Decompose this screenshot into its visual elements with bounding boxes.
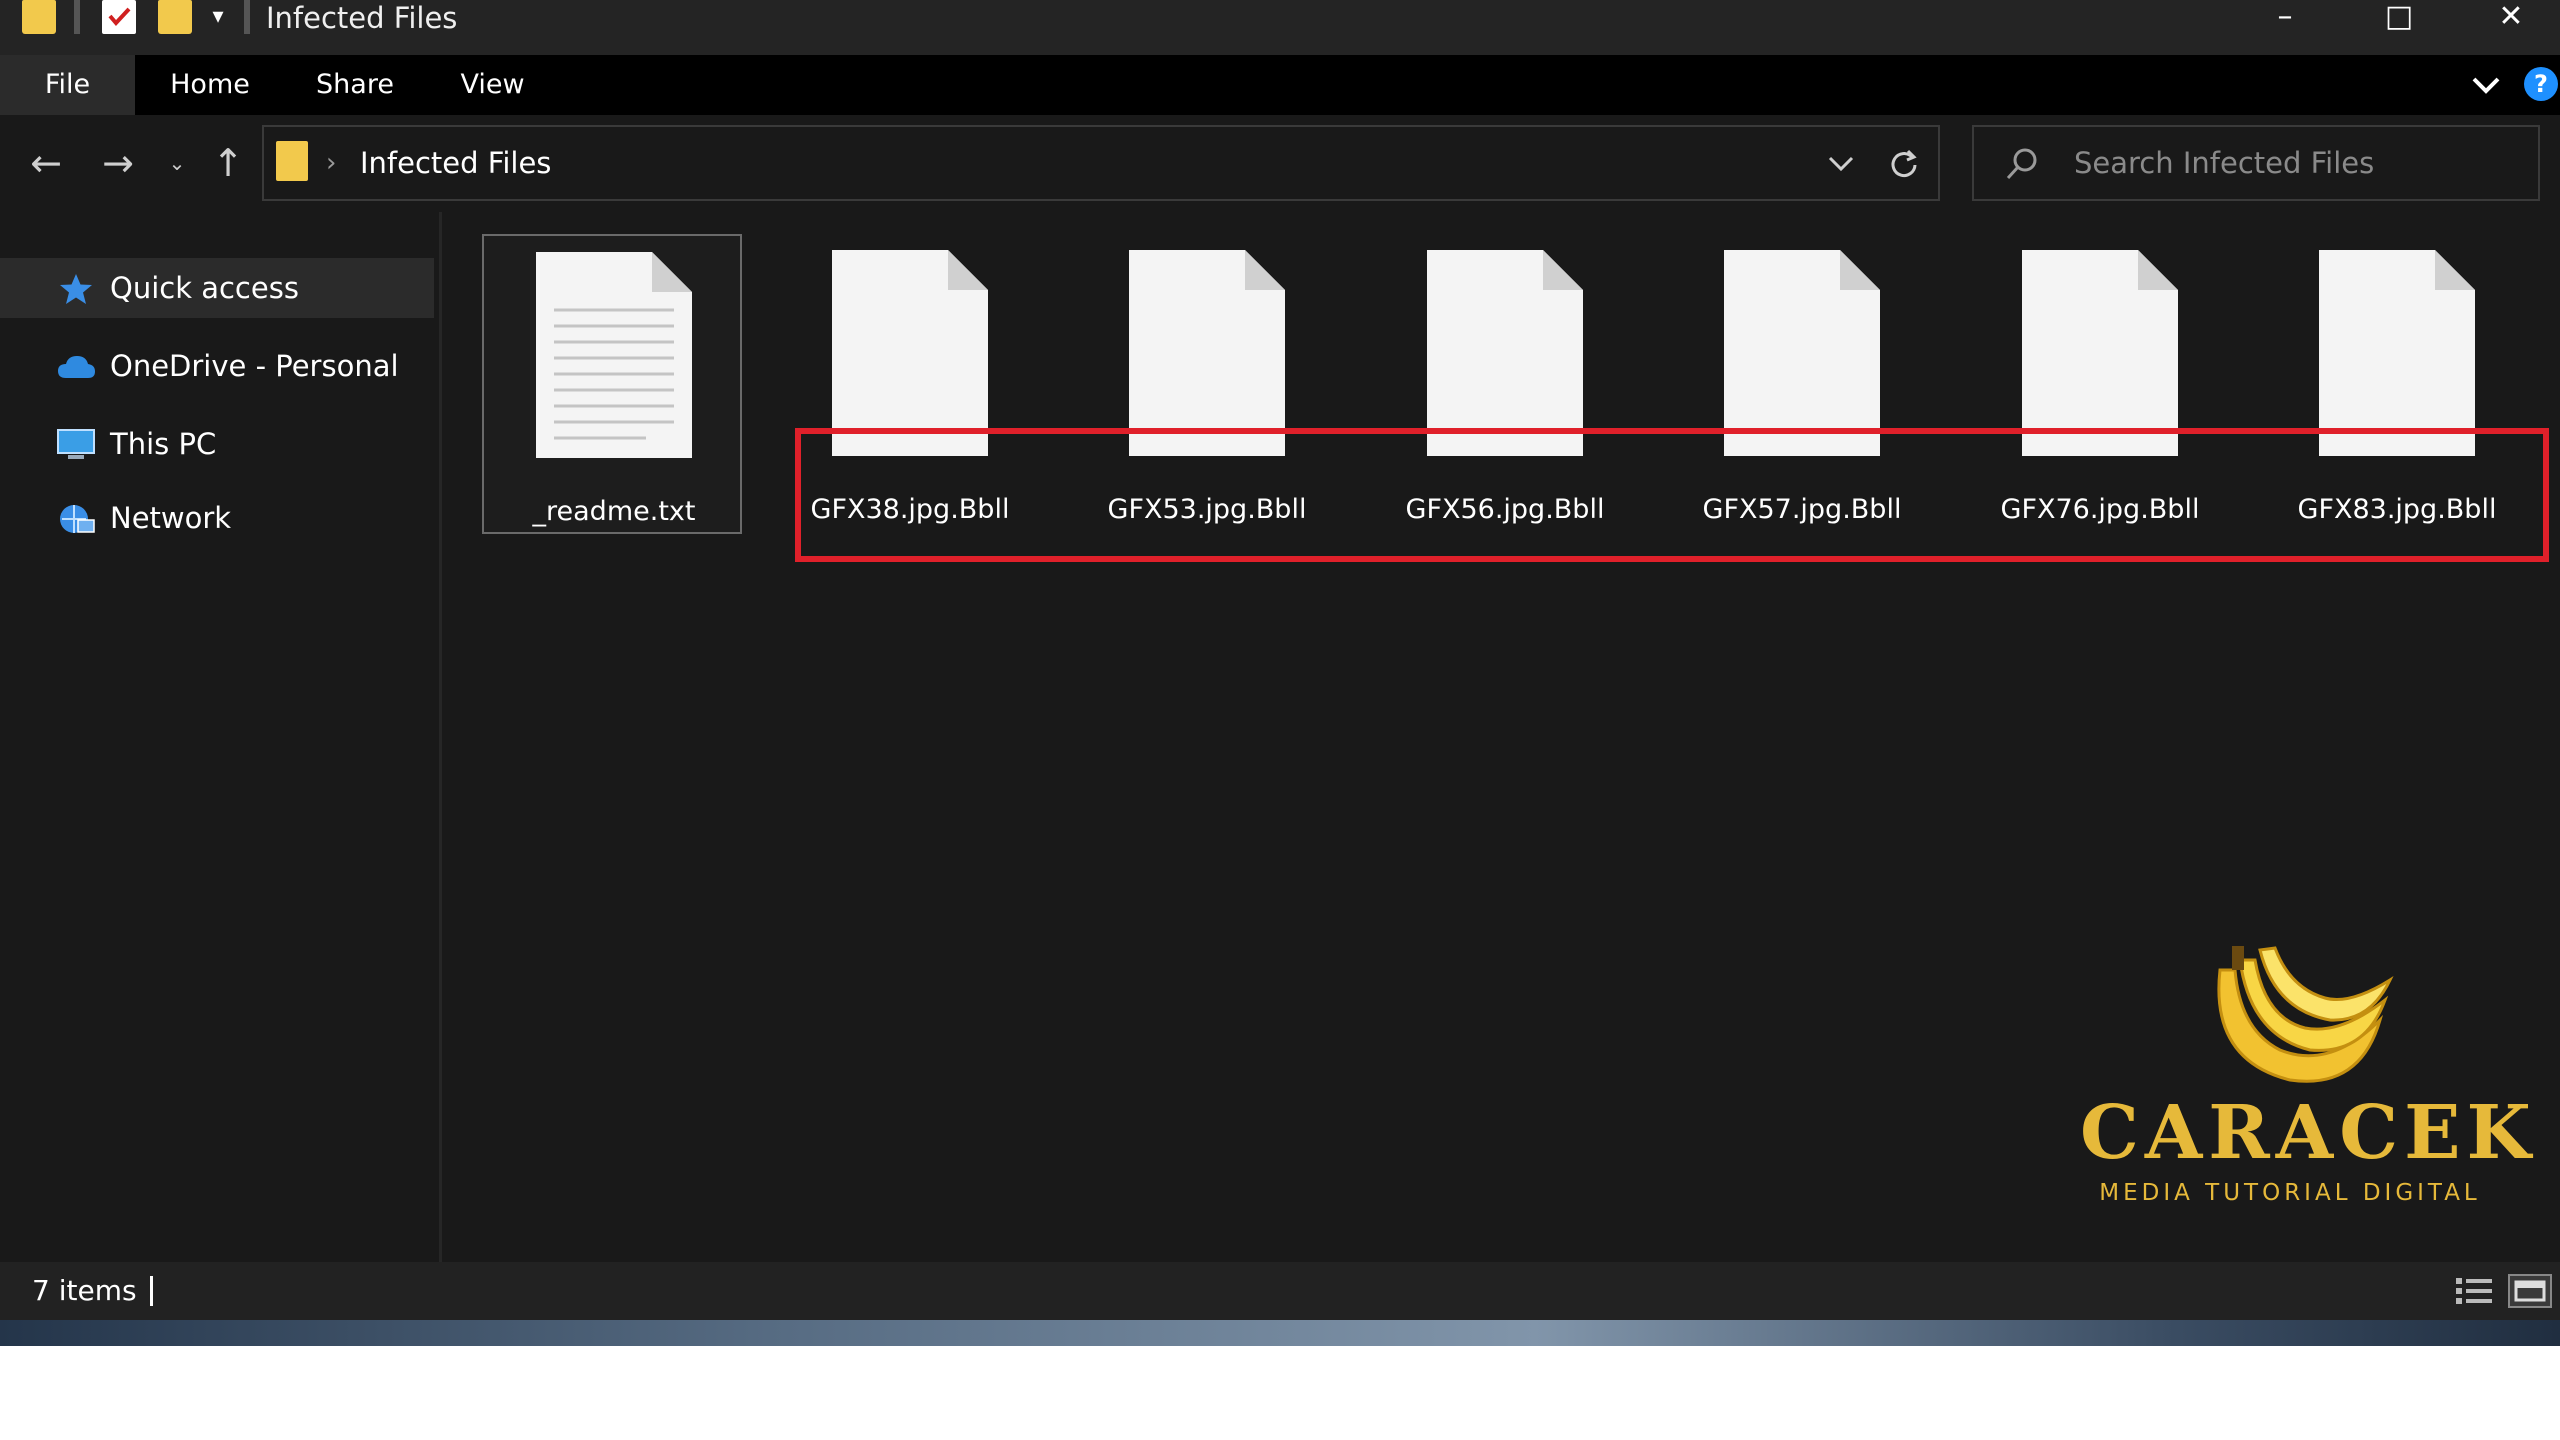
text-file-icon	[536, 252, 692, 458]
file-item[interactable]: GFX76.jpg.Bbll	[1970, 234, 2230, 534]
generic-file-icon	[2022, 250, 2178, 456]
divider	[244, 0, 250, 34]
refresh-icon[interactable]	[1884, 143, 1924, 183]
address-bar[interactable]: › Infected Files	[262, 125, 1940, 201]
item-count: 7 items	[32, 1274, 137, 1307]
status-divider	[150, 1276, 153, 1306]
generic-file-icon	[1724, 250, 1880, 456]
watermark-brand: CARACEK	[2080, 1090, 2537, 1176]
network-icon	[56, 502, 96, 536]
tab-file[interactable]: File	[0, 55, 135, 115]
maximize-button[interactable]: □	[2344, 0, 2454, 36]
sidebar-item-label: This PC	[110, 427, 217, 461]
generic-file-icon	[2319, 250, 2475, 456]
file-item[interactable]: GFX53.jpg.Bbll	[1077, 234, 1337, 534]
cloud-icon	[56, 350, 96, 384]
sidebar-item-onedrive[interactable]: OneDrive - Personal	[0, 336, 434, 396]
star-icon	[56, 272, 96, 306]
address-dropdown-icon[interactable]	[1824, 147, 1858, 179]
tab-home[interactable]: Home	[150, 55, 270, 115]
sidebar-item-label: Network	[110, 501, 232, 535]
help-icon[interactable]: ?	[2524, 67, 2558, 101]
status-bar: 7 items	[0, 1262, 2560, 1320]
customize-toolbar-icon[interactable]: ▾	[206, 0, 230, 34]
file-name: GFX56.jpg.Bbll	[1405, 494, 1605, 525]
back-button[interactable]: ←	[24, 143, 68, 187]
sidebar-item-this-pc[interactable]: This PC	[0, 414, 434, 474]
title-bar: ▾ Infected Files – □ ✕	[0, 0, 2560, 55]
search-box[interactable]: Search Infected Files	[1972, 125, 2540, 201]
up-button[interactable]: ↑	[206, 143, 250, 187]
divider	[74, 0, 80, 34]
generic-file-icon	[1129, 250, 1285, 456]
expand-ribbon-icon[interactable]	[2466, 69, 2506, 101]
ribbon-tabs: File Home Share View ?	[0, 55, 2560, 115]
file-name: GFX53.jpg.Bbll	[1107, 494, 1307, 525]
file-name: GFX57.jpg.Bbll	[1702, 494, 1902, 525]
new-folder-icon[interactable]	[158, 0, 192, 34]
breadcrumb-infected-files[interactable]: Infected Files	[360, 127, 551, 199]
file-item[interactable]: GFX83.jpg.Bbll	[2267, 234, 2527, 534]
tab-view[interactable]: View	[440, 55, 545, 115]
search-placeholder: Search Infected Files	[2074, 146, 2375, 180]
file-item[interactable]: GFX57.jpg.Bbll	[1672, 234, 1932, 534]
details-view-icon[interactable]	[2452, 1274, 2496, 1308]
computer-icon	[56, 428, 96, 462]
folder-icon	[276, 141, 308, 181]
forward-button[interactable]: →	[96, 143, 140, 187]
sidebar-item-quick-access[interactable]: Quick access	[0, 258, 434, 318]
tab-share[interactable]: Share	[290, 55, 420, 115]
generic-file-icon	[1427, 250, 1583, 456]
watermark-tagline: MEDIA TUTORIAL DIGITAL	[2099, 1180, 2481, 1206]
minimize-button[interactable]: –	[2230, 0, 2340, 36]
sidebar-item-network[interactable]: Network	[0, 488, 434, 548]
file-item[interactable]: GFX38.jpg.Bbll	[780, 234, 1040, 534]
large-icons-view-icon[interactable]	[2508, 1274, 2552, 1308]
banana-icon	[2180, 940, 2400, 1100]
navigation-pane: Quick access OneDrive - Personal This PC…	[0, 212, 442, 1262]
generic-file-icon	[832, 250, 988, 456]
breadcrumb-separator: ›	[326, 148, 337, 178]
sidebar-item-label: Quick access	[110, 271, 299, 305]
watermark-logo: CARACEK MEDIA TUTORIAL DIGITAL	[2080, 940, 2537, 1220]
folder-icon	[22, 0, 56, 34]
file-name: GFX83.jpg.Bbll	[2297, 494, 2497, 525]
window-title: Infected Files	[266, 1, 458, 35]
close-button[interactable]: ✕	[2456, 0, 2560, 36]
search-icon	[2002, 145, 2042, 185]
file-name: _readme.txt	[532, 496, 696, 527]
file-item[interactable]: GFX56.jpg.Bbll	[1375, 234, 1635, 534]
sidebar-item-label: OneDrive - Personal	[110, 349, 399, 383]
file-name: GFX76.jpg.Bbll	[2000, 494, 2200, 525]
properties-icon[interactable]	[102, 0, 136, 34]
navigation-bar: ← → ⌄ ↑ › Infected Files Search Infected…	[0, 115, 2560, 212]
desktop-background	[0, 1320, 2560, 1346]
file-name: GFX38.jpg.Bbll	[810, 494, 1010, 525]
file-item-readme[interactable]: _readme.txt	[482, 234, 742, 534]
recent-locations-button[interactable]: ⌄	[162, 143, 192, 187]
